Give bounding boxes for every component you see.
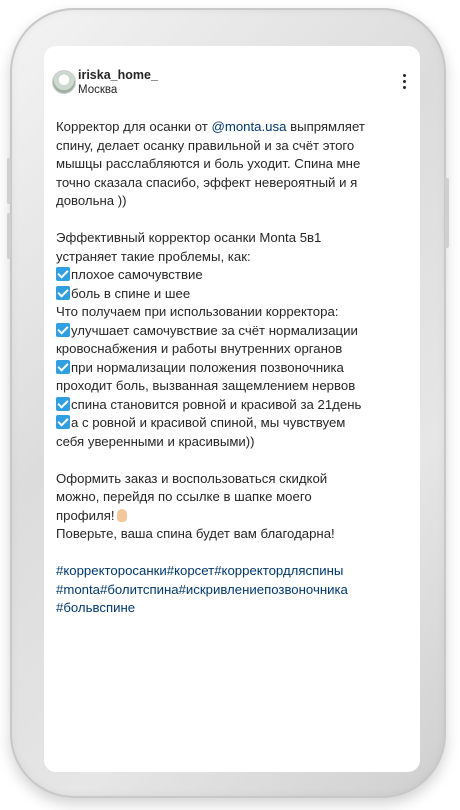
caption-line: Эффективный корректор осанки Monta 5в1 [56,230,322,245]
check-mark-button-icon [56,267,70,281]
caption-line: можно, перейдя по ссылке в шапке моего [56,489,312,504]
caption-line: плохое самочувствие [56,266,408,285]
phone-frame: iriska_home_ Москва Корректор для осанки… [7,8,449,798]
caption-line: Поверьте, ваша спина будет вам благодарн… [56,526,335,541]
volume-button [7,158,11,204]
caption-line: спину, делает осанку правильной и за счё… [56,137,355,153]
caption-line: улучшает самочувствие за счёт нормализац… [56,322,408,341]
volume-button [7,213,11,259]
screen: iriska_home_ Москва Корректор для осанки… [44,46,420,772]
caption-line: мышцы расслабляются и боль уходит. Спина… [56,156,361,171]
caption-line: Оформить заказ и воспользоваться скидкой [56,470,328,486]
check-mark-button-icon [56,396,70,411]
hashtag-line[interactable]: #monta#болитспина#искривлениепозвоночник… [56,581,408,600]
location[interactable]: Москва [78,84,117,96]
caption-line: а с ровной и красивой спиной, мы чувству… [56,414,408,433]
check-mark-button-icon [56,285,70,300]
hashtag-line[interactable]: #больвспине [56,599,408,618]
caption-line: профиля! [56,507,408,526]
check-mark-button-icon [56,359,70,374]
caption-line: Что получаем при использовании корректор… [56,304,339,319]
caption-line: при нормализации положения позвоночника [56,359,408,378]
ok-hand-icon [116,508,127,522]
power-button [445,178,449,248]
three-dots-vertical-icon[interactable] [398,72,410,92]
check-mark-button-icon [56,415,70,429]
avatar[interactable] [52,70,76,94]
check-mark-button-icon [56,322,70,337]
caption-line: себя уверенными и красивыми)) [56,433,255,449]
hashtag-line[interactable]: #корректоросанки#корсет#корректордляспин… [56,562,408,581]
caption-line: точно сказала спасибо, эффект невероятны… [56,174,358,190]
username[interactable]: iriska_home_ [78,68,158,82]
caption-line: кровоснабжения и работы внутренних орган… [56,341,343,356]
caption-line: Корректор для осанки от @monta.usa выпря… [56,119,365,134]
caption-line: проходит боль, вызванная защемлением нер… [56,378,356,393]
post-header: iriska_home_ Москва [44,46,420,106]
mention-link[interactable]: @monta.usa [211,119,286,134]
caption-line: довольна )) [56,193,127,208]
post-caption: Корректор для осанки от @monta.usa выпря… [44,118,420,618]
caption-line: спина становится ровной и красивой за 21… [56,396,408,415]
caption-line: устраняет такие проблемы, как: [56,248,251,264]
caption-line: боль в спине и шее [56,285,408,304]
